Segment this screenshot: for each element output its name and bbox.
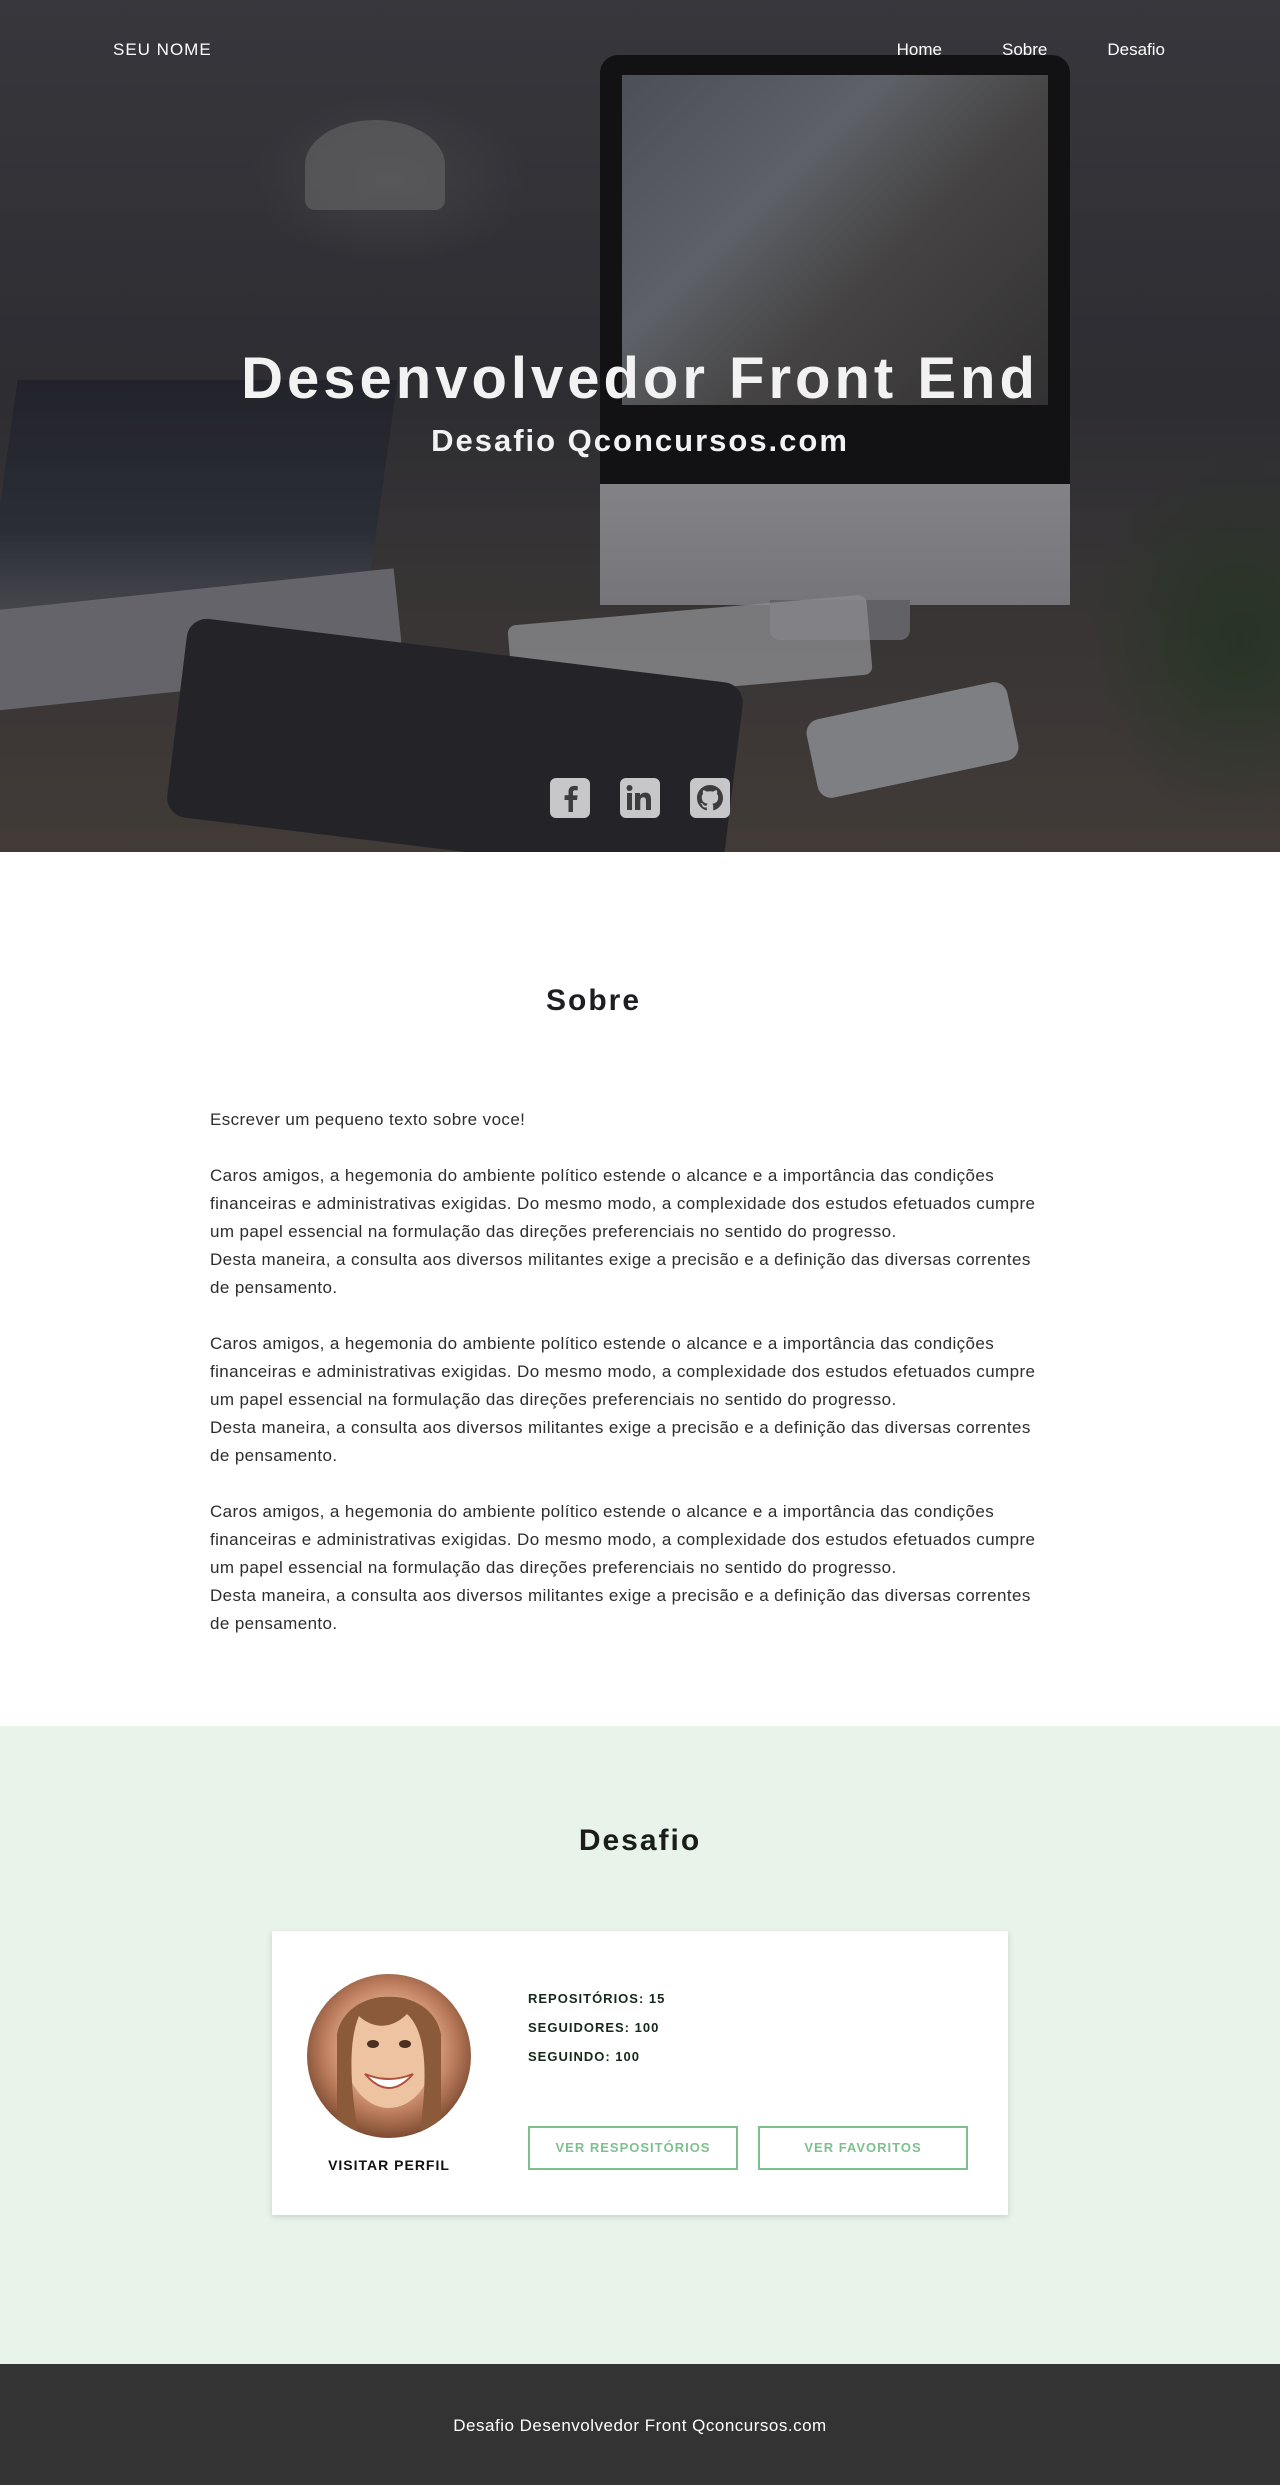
visit-profile-link[interactable]: VISITAR PERFIL — [272, 2157, 506, 2173]
hero-section: SEU NOME Home Sobre Desafio Desenvolvedo… — [0, 0, 1280, 852]
profile-card: VISITAR PERFIL REPOSITÓRIOS: 15 SEGUIDOR… — [272, 1931, 1008, 2215]
repos-count: REPOSITÓRIOS: 15 — [528, 1991, 666, 2006]
footer-text: Desafio Desenvolvedor Front Qconcursos.c… — [453, 2416, 827, 2435]
nav-link-desafio[interactable]: Desafio — [1107, 40, 1165, 60]
sobre-line: um papel essencial na formulação das dir… — [210, 1222, 897, 1241]
view-favorites-button[interactable]: VER FAVORITOS — [758, 2126, 968, 2170]
github-icon[interactable] — [690, 778, 730, 818]
sobre-section: Sobre Escrever um pequeno texto sobre vo… — [0, 852, 1280, 1726]
desafio-title: Desafio — [578, 1824, 702, 1857]
sobre-line: Caros amigos, a hegemonia do ambiente po… — [210, 1166, 995, 1185]
sobre-intro: Escrever um pequeno texto sobre voce! — [210, 1110, 526, 1129]
facebook-icon[interactable] — [550, 778, 590, 818]
social-links — [550, 778, 730, 818]
sobre-line: Desta maneira, a consulta aos diversos m… — [210, 1250, 1031, 1269]
sobre-paragraph: Caros amigos, a hegemonia do ambiente po… — [210, 1162, 1070, 1302]
top-nav: SEU NOME Home Sobre Desafio — [0, 40, 1280, 62]
desafio-section: Desafio VISITAR PERFIL REPOSITÓRIOS: 15 … — [0, 1726, 1280, 2364]
sobre-line: financeiras e administrativas exigidas. … — [210, 1194, 1036, 1213]
following-count: SEGUINDO: 100 — [528, 2049, 640, 2064]
sobre-line: de pensamento. — [210, 1614, 338, 1633]
sobre-title: Sobre — [546, 984, 642, 1017]
hero-subtitle: Desafio Qconcursos.com — [431, 423, 849, 458]
hero-title: Desenvolvedor Front End — [241, 346, 1039, 411]
followers-count: SEGUIDORES: 100 — [528, 2020, 660, 2035]
linkedin-icon[interactable] — [620, 778, 660, 818]
sobre-line: um papel essencial na formulação das dir… — [210, 1558, 897, 1577]
sobre-line: Caros amigos, a hegemonia do ambiente po… — [210, 1502, 995, 1521]
footer: Desafio Desenvolvedor Front Qconcursos.c… — [0, 2364, 1280, 2485]
sobre-paragraph: Caros amigos, a hegemonia do ambiente po… — [210, 1330, 1070, 1470]
sobre-content: Escrever um pequeno texto sobre voce! Ca… — [210, 1106, 1070, 1666]
view-repos-button[interactable]: VER RESPOSITÓRIOS — [528, 2126, 738, 2170]
sobre-line: de pensamento. — [210, 1278, 338, 1297]
sobre-line: de pensamento. — [210, 1446, 338, 1465]
sobre-line: um papel essencial na formulação das dir… — [210, 1390, 897, 1409]
profile-stats: REPOSITÓRIOS: 15 SEGUIDORES: 100 SEGUIND… — [528, 1991, 665, 2078]
sobre-line: financeiras e administrativas exigidas. … — [210, 1362, 1036, 1381]
sobre-line: Caros amigos, a hegemonia do ambiente po… — [210, 1334, 995, 1353]
sobre-line: Desta maneira, a consulta aos diversos m… — [210, 1586, 1031, 1605]
nav-link-home[interactable]: Home — [897, 40, 942, 60]
sobre-line: Desta maneira, a consulta aos diversos m… — [210, 1418, 1031, 1437]
nav-links: Home Sobre Desafio — [837, 40, 1165, 60]
brand-link[interactable]: SEU NOME — [113, 40, 212, 60]
sobre-line: financeiras e administrativas exigidas. … — [210, 1530, 1036, 1549]
nav-link-sobre[interactable]: Sobre — [1002, 40, 1047, 60]
sobre-paragraph: Caros amigos, a hegemonia do ambiente po… — [210, 1498, 1070, 1638]
avatar[interactable] — [307, 1974, 471, 2138]
